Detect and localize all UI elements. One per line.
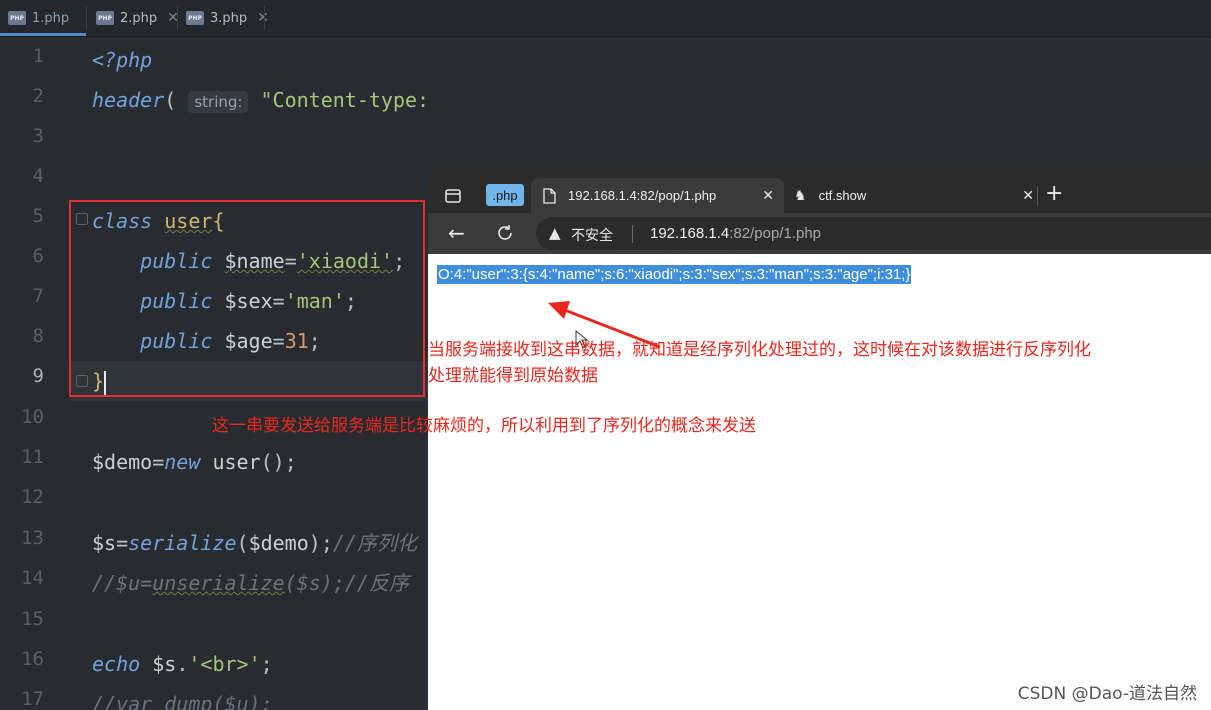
annotation-text: 处理就能得到原始数据 [428, 366, 598, 386]
tab-1-php[interactable]: PHP 1.php [8, 0, 69, 36]
editor-tab-bar: PHP 1.php PHP 2.php ✕ PHP 3.php ✕ [0, 0, 1211, 37]
line-number: 2 [32, 85, 44, 107]
address-bar[interactable]: ▲ 不安全 192.168.1.4:82/pop/1.php [536, 217, 1211, 250]
parameter-hint: string: [188, 91, 249, 113]
line-number: 11 [21, 446, 44, 468]
code-line-17: //var_dump($u); [92, 692, 273, 710]
code-line-13: $s=serialize($demo);//序列化 [92, 531, 417, 555]
line-number: 6 [32, 245, 44, 267]
line-number: 12 [21, 486, 44, 508]
code-line-1: <?php [92, 48, 153, 72]
close-icon[interactable]: ✕ [1022, 187, 1034, 204]
browser-tab-active[interactable]: 192.168.1.4:82/pop/1.php ✕ [531, 178, 784, 213]
line-number: 13 [21, 527, 44, 549]
tab-3-php[interactable]: PHP 3.php ✕ [186, 0, 269, 36]
php-file-icon: PHP [8, 11, 26, 25]
code-line-2: header( string: "Content-type: text/html… [92, 88, 430, 113]
back-icon[interactable]: ← [448, 221, 465, 245]
line-number: 9 [32, 365, 44, 387]
line-number: 17 [21, 688, 44, 710]
tab-2-php[interactable]: PHP 2.php ✕ [96, 0, 179, 36]
line-number: 5 [32, 205, 44, 227]
code-line-14: //$u=unserialize($s);//反序 [92, 571, 409, 595]
line-number: 1 [32, 45, 44, 67]
url-text[interactable]: 192.168.1.4:82/pop/1.php [650, 225, 821, 242]
browser-tab-ctfshow[interactable]: ♞ ctf.show ✕ [794, 178, 1034, 213]
serialized-output[interactable]: O:4:"user":3:{s:4:"name";s:6:"xiaodi";s:… [437, 265, 912, 284]
security-label[interactable]: 不安全 [571, 225, 613, 245]
active-tab-indicator [0, 33, 86, 36]
tab-label: 2.php [120, 10, 158, 26]
workspace-badge[interactable]: .php [486, 184, 524, 206]
line-number: 8 [32, 325, 44, 347]
browser-tab-bar: .php 192.168.1.4:82/pop/1.php ✕ ♞ ctf.sh… [428, 170, 1211, 213]
code-line-16: echo $s.'<br>'; [92, 652, 273, 676]
line-number: 14 [21, 567, 44, 589]
ninja-icon: ♞ [794, 187, 807, 203]
class-highlight-box [69, 200, 425, 397]
browser-window: .php 192.168.1.4:82/pop/1.php ✕ ♞ ctf.sh… [428, 170, 1211, 710]
tab-label: 1.php [32, 10, 70, 26]
watermark: CSDN @Dao-道法自然 [1017, 684, 1197, 704]
line-number: 3 [32, 125, 44, 147]
tab-label: 3.php [210, 10, 248, 26]
code-line-11: $demo=new user(); [92, 450, 297, 474]
line-number: 16 [21, 648, 44, 670]
annotation-text: 这一串要发送给服务端是比较麻烦的，所以利用到了序列化的概念来发送 [212, 416, 756, 436]
refresh-icon[interactable] [495, 223, 515, 243]
page-icon [543, 187, 556, 204]
warning-icon[interactable]: ▲ [549, 224, 561, 242]
close-icon[interactable]: ✕ [762, 187, 774, 204]
tab-actions-icon[interactable] [445, 188, 461, 204]
new-tab-icon[interactable]: + [1045, 181, 1063, 206]
line-number: 10 [21, 406, 44, 428]
line-number: 15 [21, 608, 44, 630]
annotation-text: 当服务端接收到这串数据，就知道是经序列化处理过的，这时候在对该数据进行反序列化 [428, 340, 1091, 360]
line-number: 7 [32, 285, 44, 307]
browser-tab-title: 192.168.1.4:82/pop/1.php [568, 188, 717, 203]
line-number-gutter: 1 2 3 4 5 6 7 8 9 10 11 12 13 14 15 16 1… [0, 37, 70, 710]
browser-tab-title: ctf.show [818, 188, 867, 203]
line-number: 4 [32, 165, 44, 187]
php-file-icon: PHP [96, 11, 114, 25]
browser-toolbar: ← ▲ 不安全 192.168.1.4:82/pop/1.php [428, 213, 1211, 254]
php-file-icon: PHP [186, 11, 204, 25]
